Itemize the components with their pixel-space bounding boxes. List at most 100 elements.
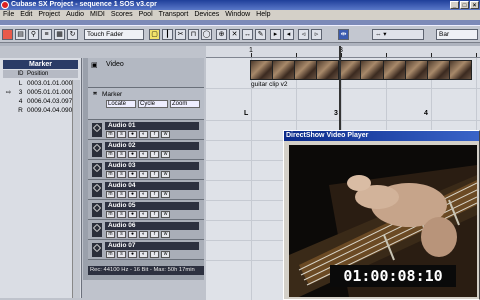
mute-button[interactable]: m	[106, 231, 115, 238]
grid-icon[interactable]: ▦	[54, 29, 65, 40]
timeline-ruler[interactable]: 1 3	[206, 46, 480, 58]
audio-track[interactable]: Audio 04 m s ● ◐ r w	[88, 180, 204, 200]
marker-row[interactable]: L 0003.01.01.000	[3, 79, 78, 88]
mute-tool-icon[interactable]: ✕	[229, 29, 240, 40]
audio-track[interactable]: Audio 05 m s ● ◐ r w	[88, 200, 204, 220]
monitor-button[interactable]: ◐	[139, 171, 148, 178]
minimize-button[interactable]: _	[450, 1, 459, 9]
read-button[interactable]: r	[150, 191, 159, 198]
menu-midi[interactable]: MIDI	[87, 10, 108, 20]
record-button[interactable]: ●	[128, 231, 137, 238]
menu-audio[interactable]: Audio	[63, 10, 87, 20]
read-button[interactable]: r	[150, 171, 159, 178]
audio-track[interactable]: Audio 02 m s ● ◐ r w	[88, 140, 204, 160]
menu-help[interactable]: Help	[253, 10, 273, 20]
menu-window[interactable]: Window	[222, 10, 253, 20]
maximize-button[interactable]: □	[460, 1, 469, 9]
close-button[interactable]: ×	[470, 1, 479, 9]
solo-button[interactable]: s	[117, 211, 126, 218]
mute-button[interactable]: m	[106, 211, 115, 218]
solo-button[interactable]: s	[117, 131, 126, 138]
menu-file[interactable]: File	[0, 10, 17, 20]
grid-type-select[interactable]: Bar	[436, 29, 478, 40]
range-tool-icon[interactable]: ┃	[162, 29, 173, 40]
marker-scrollbar[interactable]	[72, 80, 80, 298]
read-button[interactable]: r	[150, 231, 159, 238]
write-button[interactable]: w	[161, 151, 170, 158]
inspector-toggle-icon[interactable]: ▤	[15, 29, 26, 40]
locate-select[interactable]: Locate	[106, 100, 136, 108]
locate-next-icon[interactable]: ▹	[311, 29, 322, 40]
monitor-button[interactable]: ◐	[139, 251, 148, 258]
audio-track[interactable]: Audio 06 m s ● ◐ r w	[88, 220, 204, 240]
monitor-button[interactable]: ◐	[139, 191, 148, 198]
repeat-icon[interactable]: ↻	[67, 29, 78, 40]
draw-tool-icon[interactable]: ✎	[255, 29, 266, 40]
monitor-button[interactable]: ◐	[139, 151, 148, 158]
solo-button[interactable]: s	[117, 171, 126, 178]
solo-button[interactable]: s	[117, 151, 126, 158]
audio-track[interactable]: Audio 01 m s ● ◐ r w	[88, 120, 204, 140]
automation-mode-select[interactable]: Touch Fader	[84, 29, 144, 40]
write-button[interactable]: w	[161, 131, 170, 138]
write-button[interactable]: w	[161, 231, 170, 238]
menu-devices[interactable]: Devices	[191, 10, 222, 20]
mute-button[interactable]: m	[106, 171, 115, 178]
record-button[interactable]: ●	[128, 211, 137, 218]
write-button[interactable]: w	[161, 171, 170, 178]
mute-button[interactable]: m	[106, 131, 115, 138]
record-button[interactable]: ●	[128, 251, 137, 258]
audio-track[interactable]: Audio 07 m s ● ◐ r w	[88, 240, 204, 260]
read-button[interactable]: r	[150, 251, 159, 258]
zoom-select[interactable]: Zoom	[170, 100, 200, 108]
erase-tool-icon[interactable]: ◯	[201, 29, 212, 40]
menu-project[interactable]: Project	[35, 10, 63, 20]
play-tool-icon[interactable]: ▸	[270, 29, 281, 40]
read-button[interactable]: r	[150, 151, 159, 158]
record-enable-icon[interactable]	[2, 29, 13, 40]
menu-scores[interactable]: Scores	[108, 10, 136, 20]
scrub-tool-icon[interactable]: ◂	[283, 29, 294, 40]
glue-tool-icon[interactable]: ⊓	[188, 29, 199, 40]
split-tool-icon[interactable]: ✂	[175, 29, 186, 40]
mute-button[interactable]: m	[106, 151, 115, 158]
solo-button[interactable]: s	[117, 231, 126, 238]
snap-type-select[interactable]: ⇔ ▾	[372, 29, 424, 40]
record-button[interactable]: ●	[128, 171, 137, 178]
marker-row[interactable]: 4 0006.04.03.097	[3, 97, 78, 106]
locate-previous-icon[interactable]: ◃	[298, 29, 309, 40]
snap-toggle-icon[interactable]: ⇹	[338, 29, 349, 40]
solo-button[interactable]: s	[117, 251, 126, 258]
solo-button[interactable]: s	[117, 191, 126, 198]
read-button[interactable]: r	[150, 131, 159, 138]
write-button[interactable]: w	[161, 251, 170, 258]
monitor-button[interactable]: ◐	[139, 131, 148, 138]
menu-transport[interactable]: Transport	[156, 10, 192, 20]
audio-track[interactable]: Audio 03 m s ● ◐ r w	[88, 160, 204, 180]
marker-row[interactable]: ⇨ 3 0005.01.01.000	[3, 88, 78, 97]
mute-button[interactable]: m	[106, 191, 115, 198]
write-button[interactable]: w	[161, 191, 170, 198]
record-button[interactable]: ●	[128, 131, 137, 138]
cycle-select[interactable]: Cycle	[138, 100, 168, 108]
menu-edit[interactable]: Edit	[17, 10, 35, 20]
route-icon[interactable]: ⚲	[28, 29, 39, 40]
marker-track[interactable]: ꟸ Marker Locate Cycle Zoom	[88, 88, 204, 120]
object-selection-tool-icon[interactable]: ▢	[149, 29, 160, 40]
video-player-window[interactable]: DirectShow Video Player 01:00:08:10	[283, 130, 480, 300]
read-button[interactable]: r	[150, 211, 159, 218]
time-warp-tool-icon[interactable]: ↔	[242, 29, 253, 40]
record-button[interactable]: ●	[128, 191, 137, 198]
monitor-button[interactable]: ◐	[139, 211, 148, 218]
mute-button[interactable]: m	[106, 251, 115, 258]
write-button[interactable]: w	[161, 211, 170, 218]
monitor-button[interactable]: ◐	[139, 231, 148, 238]
video-clip[interactable]	[250, 60, 472, 80]
record-button[interactable]: ●	[128, 151, 137, 158]
lines-icon[interactable]: ≡	[41, 29, 52, 40]
marker-row[interactable]: R 0009.04.04.090	[3, 106, 78, 115]
video-track[interactable]: ▣ Video	[88, 58, 204, 88]
marker-track-icon: ꟸ	[93, 92, 98, 99]
menu-pool[interactable]: Pool	[136, 10, 156, 20]
zoom-tool-icon[interactable]: ⊕	[216, 29, 227, 40]
